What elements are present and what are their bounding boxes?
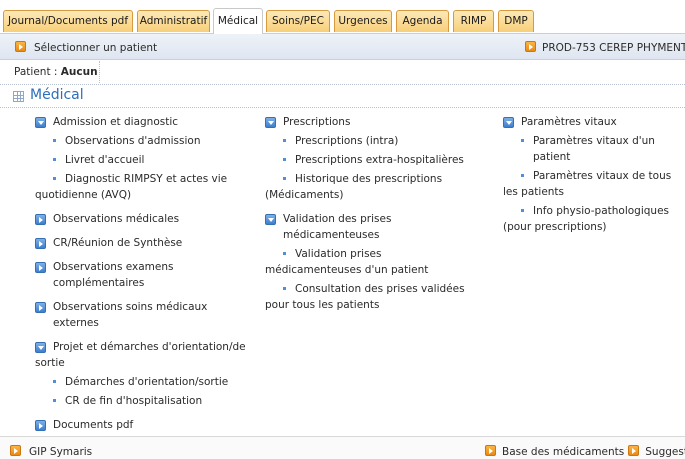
menu-label: Prescriptions (283, 116, 351, 128)
tab-administratif[interactable]: Administratif (137, 10, 210, 32)
menu-item-documents-pdf[interactable]: Documents pdf (35, 417, 250, 433)
tab-agenda[interactable]: Agenda (396, 10, 449, 32)
submenu-demarches-orientation[interactable]: Démarches d'orientation/sortie (35, 374, 250, 390)
submenu-parametres-vitaux-tous[interactable]: Paramètres vitaux de tous les patients (503, 168, 685, 200)
establishment-label: PROD-753 CEREP PHYMENTIN (542, 42, 685, 54)
menu-item-examens-complementaires[interactable]: Observations examens complémentaires (35, 259, 250, 291)
arrow-right-icon (10, 445, 21, 456)
gip-symaris-link[interactable]: GIP Symaris (10, 445, 92, 458)
arrow-right-icon (485, 445, 496, 456)
section-header: Médical (0, 84, 685, 108)
submenu-cr-fin-hospitalisation[interactable]: CR de fin d'hospitalisation (35, 393, 250, 409)
menu-item-prescriptions[interactable]: Prescriptions Prescriptions (intra) Pres… (265, 114, 475, 203)
submenu-parametres-vitaux-patient[interactable]: Paramètres vitaux d'un patient (503, 133, 685, 165)
menu-label: Observations examens complémentaires (53, 261, 174, 289)
menu-label: Admission et diagnostic (53, 116, 179, 128)
expand-icon (265, 117, 276, 128)
arrow-right-icon (525, 41, 536, 52)
gip-label: GIP Symaris (29, 446, 93, 458)
suggestions-link[interactable]: Suggestions (645, 446, 685, 458)
submenu-info-physio[interactable]: Info physio-pathologiques (pour prescrip… (503, 203, 685, 235)
menu-item-parametres-vitaux[interactable]: Paramètres vitaux Paramètres vitaux d'un… (503, 114, 685, 235)
patient-label: Patient : (14, 66, 58, 78)
tab-journal-documents-pdf[interactable]: Journal/Documents pdf (3, 10, 133, 32)
expand-icon (35, 214, 46, 225)
tab-urgences[interactable]: Urgences (334, 10, 392, 32)
menu-label: Projet et démarches d'orientation/de sor… (35, 341, 246, 369)
menu-item-admission[interactable]: Admission et diagnostic Observations d'a… (35, 114, 250, 203)
menu-item-validation-prises[interactable]: Validation des prises médicamenteuses Va… (265, 211, 475, 313)
current-patient: Patient : Aucun (0, 61, 100, 83)
menu-label: Paramètres vitaux (521, 116, 617, 128)
submenu-livret-accueil[interactable]: Livret d'accueil (35, 152, 250, 168)
arrow-right-icon (15, 41, 26, 52)
expand-icon (35, 238, 46, 249)
expand-icon (503, 117, 514, 128)
select-patient-label: Sélectionner un patient (34, 42, 158, 54)
menu-item-cr-reunion[interactable]: CR/Réunion de Synthèse (35, 235, 250, 251)
menu-column-1: Admission et diagnostic Observations d'a… (35, 114, 250, 441)
establishment-link[interactable]: PROD-753 CEREP PHYMENTIN (525, 41, 685, 54)
patient-value: Aucun (60, 66, 98, 78)
tab-rimp[interactable]: RIMP (453, 10, 494, 32)
submenu-historique-prescriptions[interactable]: Historique des prescriptions (Médicament… (265, 171, 475, 203)
footer-links: Base des médicaments Suggestions (485, 445, 685, 458)
menu-item-projet-orientation[interactable]: Projet et démarches d'orientation/de sor… (35, 339, 250, 409)
menu-label: Documents pdf (53, 419, 134, 431)
menu-label: Validation des prises médicamenteuses (283, 213, 392, 241)
patient-bar: Sélectionner un patient PROD-753 CEREP P… (0, 33, 685, 60)
page-title: Médical (30, 87, 84, 103)
expand-icon (35, 302, 46, 313)
tab-bar: Journal/Documents pdf Administratif Médi… (0, 0, 685, 34)
submenu-diagnostic-rimpsy[interactable]: Diagnostic RIMPSY et actes vie quotidien… (35, 171, 250, 203)
submenu-consultation-prises[interactable]: Consultation des prises validées pour to… (265, 281, 475, 313)
expand-icon (35, 342, 46, 353)
expand-icon (35, 262, 46, 273)
menu-column-3: Paramètres vitaux Paramètres vitaux d'un… (503, 114, 685, 243)
tab-dmp[interactable]: DMP (498, 10, 534, 32)
expand-icon (265, 214, 276, 225)
submenu-observations-admission[interactable]: Observations d'admission (35, 133, 250, 149)
arrow-right-icon (628, 445, 640, 456)
grid-icon (13, 91, 24, 102)
tab-soins-pec[interactable]: Soins/PEC (266, 10, 330, 32)
menu-label: Observations soins médicaux externes (53, 301, 208, 329)
submenu-prescriptions-intra[interactable]: Prescriptions (intra) (265, 133, 475, 149)
menu-label: Observations médicales (53, 213, 180, 225)
submenu-prescriptions-extra[interactable]: Prescriptions extra-hospitalières (265, 152, 475, 168)
menu-label: CR/Réunion de Synthèse (53, 237, 183, 249)
menu-item-observations-medicales[interactable]: Observations médicales (35, 211, 250, 227)
menu-item-soins-medicaux-externes[interactable]: Observations soins médicaux externes (35, 299, 250, 331)
menu-column-2: Prescriptions Prescriptions (intra) Pres… (265, 114, 475, 321)
expand-icon (35, 117, 46, 128)
base-medicaments-link[interactable]: Base des médicaments (502, 446, 624, 458)
footer-bar: GIP Symaris Base des médicaments Suggesti… (0, 436, 685, 459)
tab-medical[interactable]: Médical (213, 8, 263, 34)
select-patient-link[interactable]: Sélectionner un patient (15, 41, 157, 54)
submenu-validation-prises-patient[interactable]: Validation prises médicamenteuses d'un p… (265, 246, 475, 278)
expand-icon (35, 420, 46, 431)
